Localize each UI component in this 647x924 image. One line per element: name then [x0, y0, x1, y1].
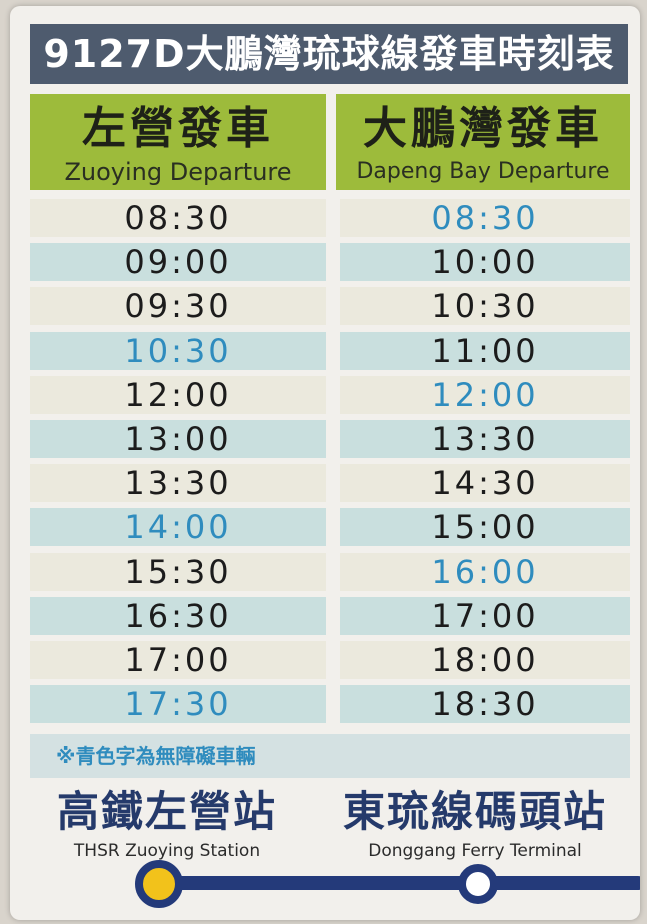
zuoying-departure-time: 08:30: [30, 199, 326, 237]
schedule-row: 08:30 08:30: [10, 196, 640, 240]
schedule-row: 09:00 10:00: [10, 240, 640, 284]
header-dapeng-departure: 大鵬灣發車 Dapeng Bay Departure: [336, 94, 630, 190]
header-zuoying-zh: 左營發車: [82, 103, 274, 154]
schedule-row: 14:00 15:00: [10, 505, 640, 549]
zuoying-departure-time: 13:30: [30, 464, 326, 503]
schedule-table: 08:30 08:30 09:00 10:00 09:30 10:30 10:30 11:00…: [10, 196, 640, 726]
schedule-row: 13:00 13:30: [10, 417, 640, 461]
header-zuoying-en: Zuoying Departure: [64, 158, 292, 186]
station-start: 高鐵左營站 THSR Zuoying Station: [24, 784, 310, 862]
dapeng-departure-time: 13:30: [340, 419, 630, 458]
schedule-row: 15:30 16:00: [10, 550, 640, 594]
schedule-row: 17:00 18:00: [10, 638, 640, 682]
dapeng-departure-time: 18:00: [340, 640, 630, 679]
zuoying-departure-time: 12:00: [30, 375, 326, 414]
dapeng-departure-time: 12:00: [340, 375, 630, 414]
start-station-dot-icon: [135, 860, 183, 908]
dapeng-departure-time: 17:00: [340, 596, 630, 635]
header-zuoying-departure: 左營發車 Zuoying Departure: [30, 94, 326, 190]
header-dapeng-zh: 大鵬灣發車: [363, 103, 603, 154]
dapeng-departure-time: 10:30: [340, 287, 630, 326]
zuoying-departure-time: 15:30: [30, 552, 326, 591]
zuoying-departure-time: 09:00: [30, 243, 326, 282]
station-start-zh: 高鐵左營站: [56, 787, 277, 836]
zuoying-departure-time: 14:00: [30, 508, 326, 547]
schedule-row: 13:30 14:30: [10, 461, 640, 505]
zuoying-departure-time: 13:00: [30, 419, 326, 458]
schedule-row: 16:30 17:00: [10, 594, 640, 638]
route-line: [155, 876, 640, 890]
zuoying-departure-time: 10:30: [30, 331, 326, 370]
timetable-card: 9127D大鵬灣琉球線發車時刻表 左營發車 Zuoying Departure …: [10, 6, 640, 920]
accessible-note: ※青色字為無障礙車輛: [30, 734, 630, 778]
header-dapeng-en: Dapeng Bay Departure: [356, 159, 610, 184]
dapeng-departure-time: 11:00: [340, 331, 630, 370]
dapeng-departure-time: 10:00: [340, 243, 630, 282]
zuoying-departure-time: 17:30: [30, 685, 326, 724]
station-end-zh: 東琉線碼頭站: [342, 787, 607, 836]
station-end-en: Donggang Ferry Terminal: [368, 841, 582, 861]
station-end: 東琉線碼頭站 Donggang Ferry Terminal: [310, 784, 640, 862]
end-station-dot-icon: [458, 864, 498, 904]
dapeng-departure-time: 15:00: [340, 508, 630, 547]
station-start-en: THSR Zuoying Station: [73, 841, 261, 861]
schedule-row: 12:00 12:00: [10, 373, 640, 417]
schedule-row: 10:30 11:00: [10, 329, 640, 373]
schedule-row: 09:30 10:30: [10, 284, 640, 328]
dapeng-departure-time: 08:30: [340, 199, 630, 237]
zuoying-departure-time: 17:00: [30, 640, 326, 679]
timetable-title: 9127D大鵬灣琉球線發車時刻表: [30, 24, 628, 84]
zuoying-departure-time: 09:30: [30, 287, 326, 326]
dapeng-departure-time: 14:30: [340, 464, 630, 503]
schedule-row: 17:30 18:30: [10, 682, 640, 726]
zuoying-departure-time: 16:30: [30, 596, 326, 635]
dapeng-departure-time: 16:00: [340, 552, 630, 591]
dapeng-departure-time: 18:30: [340, 685, 630, 724]
